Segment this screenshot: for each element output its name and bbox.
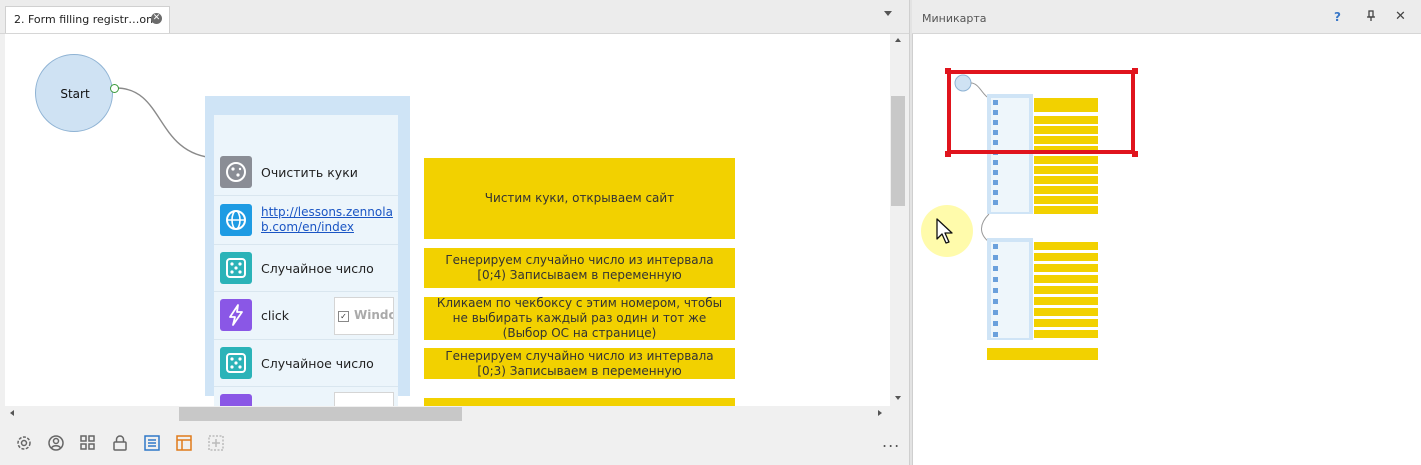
frame-handle[interactable] — [1132, 151, 1138, 157]
table-icon[interactable] — [175, 434, 193, 452]
minimap-header — [912, 0, 1421, 34]
user-icon[interactable] — [47, 434, 65, 452]
settings-icon[interactable] — [15, 434, 33, 452]
list-icon[interactable] — [143, 434, 161, 452]
cursor-icon — [935, 217, 955, 248]
note-5[interactable] — [424, 398, 735, 406]
note-2[interactable]: Генерируем случайно число из интервала [… — [424, 248, 735, 288]
bottom-toolbar — [0, 422, 909, 465]
minimap-title: Миникарта — [922, 12, 987, 25]
frame-handle[interactable] — [945, 151, 951, 157]
lock-icon[interactable] — [111, 434, 129, 452]
frame-handle[interactable] — [1132, 68, 1138, 74]
note-1[interactable]: Чистим куки, открываем сайт — [424, 158, 735, 239]
note-3[interactable]: Кликаем по чекбоксу с этим номером, чтоб… — [424, 296, 735, 340]
vertical-scroll-thumb[interactable] — [891, 96, 905, 206]
note-4[interactable]: Генерируем случайно число из интервала [… — [424, 348, 735, 379]
scroll-right-icon[interactable] — [878, 410, 882, 416]
scroll-left-icon[interactable] — [10, 410, 14, 416]
notes-clip: Чистим куки, открываем сайт Генерируем с… — [0, 0, 890, 406]
frame-handle[interactable] — [945, 68, 951, 74]
more-button[interactable]: ... — [882, 432, 900, 451]
horizontal-scroll-thumb[interactable] — [179, 407, 462, 421]
grid-icon[interactable] — [79, 434, 97, 452]
add-icon[interactable] — [207, 434, 225, 452]
minimap-viewport-frame[interactable] — [947, 70, 1135, 154]
close-icon[interactable]: ✕ — [1395, 9, 1406, 24]
scroll-down-icon[interactable] — [895, 396, 901, 400]
vertical-scrollbar[interactable] — [890, 34, 906, 406]
help-icon[interactable]: ? — [1334, 10, 1341, 24]
pin-icon[interactable] — [1366, 10, 1376, 25]
scroll-up-icon[interactable] — [895, 38, 901, 42]
